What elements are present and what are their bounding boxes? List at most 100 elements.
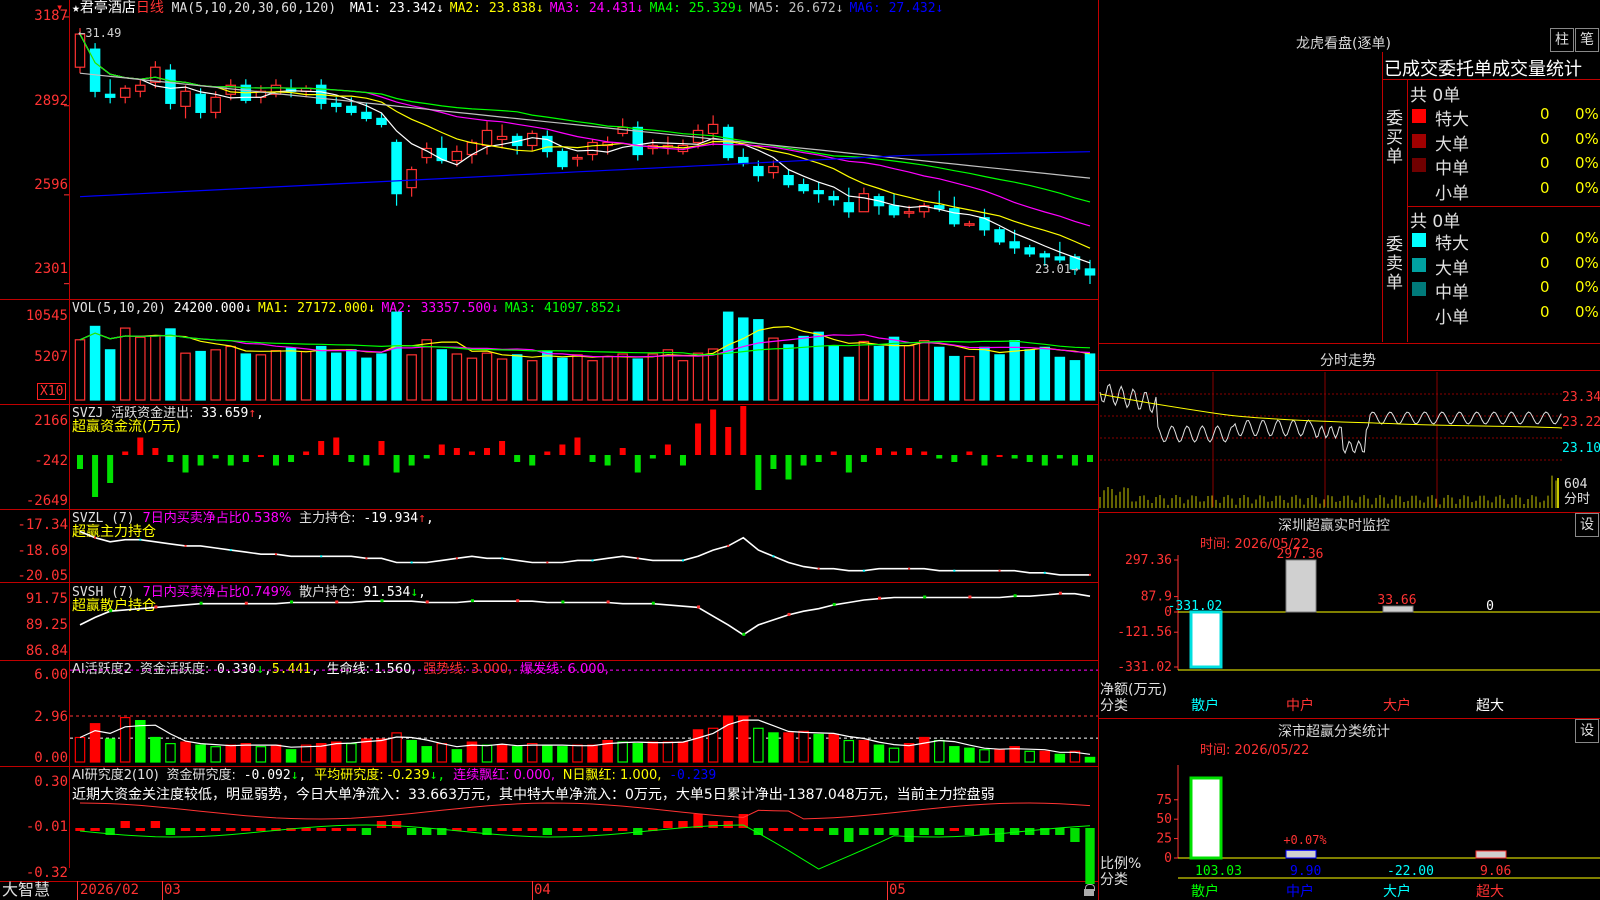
activity-bar-53 <box>873 744 885 763</box>
tick-view-button[interactable]: 笔 <box>1575 28 1599 52</box>
buy-rows-pct-0: 0% <box>1575 105 1599 123</box>
classify-title: 深市超赢分类统计 <box>1278 724 1390 740</box>
volume-bar-29 <box>511 354 523 401</box>
research-bar-17 <box>331 828 341 831</box>
candle-body-6 <box>165 69 176 104</box>
fund-flow-bar-34 <box>589 455 596 462</box>
monitor-value-0: -331.02 <box>1168 599 1223 614</box>
buy-rows-label-2: 中单 <box>1435 159 1469 179</box>
candlestick-chart[interactable] <box>0 0 1098 299</box>
research-bar-42 <box>708 821 718 828</box>
volume-bar-12 <box>255 354 267 401</box>
monitor-settings-button[interactable]: 设 <box>1575 513 1599 537</box>
volume-bar-25 <box>451 353 463 401</box>
research-bar-58 <box>949 828 960 831</box>
main-holding-dot-55 <box>908 567 911 570</box>
intraday-tick-2: 23.10 <box>1562 441 1600 456</box>
classify-bar-1 <box>1285 849 1317 859</box>
retail-holding-dot-62 <box>1013 594 1017 598</box>
candle-body-27 <box>481 129 493 147</box>
candle-body-59 <box>964 223 975 226</box>
classify-bar-chart[interactable]: 75 50 25 0 103.03 散户 9.90 中户 -22.00 大户 9.06 超大 +0.07… <box>1100 750 1600 900</box>
volume-bar-59 <box>964 355 975 401</box>
fund-flow-bar-66 <box>1071 455 1078 466</box>
x-tick-2 <box>532 881 533 900</box>
candle-body-20 <box>376 117 387 126</box>
research-bar-3 <box>120 821 130 828</box>
fund-flow-bar-59 <box>966 451 973 455</box>
main-holding-chart[interactable] <box>0 509 1098 582</box>
monitor-bar-chart[interactable]: 297.3687.90-121.56-331.02-331.02散户297.36… <box>1100 545 1600 715</box>
fund-flow-bar-29 <box>514 455 521 462</box>
classify-category-0: 散户 <box>1191 883 1219 900</box>
sell-rows-pct-0: 0% <box>1575 229 1599 247</box>
activity-bar-55 <box>903 743 915 763</box>
candle-body-4 <box>135 84 146 92</box>
volume-bar-52 <box>858 340 870 401</box>
research-bar-61 <box>994 828 1005 842</box>
brand-logo: 大智慧 <box>2 880 51 899</box>
candle-body-49 <box>813 190 824 195</box>
retail-holding-chart[interactable] <box>0 582 1098 660</box>
intraday-price-line <box>1099 383 1562 455</box>
volume-chart[interactable] <box>0 300 1098 404</box>
high-price-marker: ←31.49 <box>78 26 122 40</box>
volume-bar-47 <box>783 344 794 401</box>
retail-holding-dot-11 <box>244 601 248 605</box>
fund-flow-bar-40 <box>679 455 686 466</box>
retail-holding-dot-5 <box>154 605 158 609</box>
retail-holding-dot-17 <box>335 600 339 604</box>
volume-bar-23 <box>421 339 432 401</box>
buy-rows-count-2: 0 <box>1540 154 1550 172</box>
volume-bar-26 <box>466 357 478 401</box>
candle-body-5 <box>150 66 161 83</box>
main-holding-dot-43 <box>727 544 730 547</box>
activity-bar-61 <box>994 749 1005 763</box>
ma6-line <box>79 151 1091 198</box>
candle-body-32 <box>557 150 568 168</box>
research-bar-67 <box>1085 828 1095 884</box>
chart-right-border <box>1098 0 1099 900</box>
research-bar-54 <box>889 828 899 835</box>
volume-bar-49 <box>813 331 824 401</box>
fund-flow-bar-26 <box>468 451 475 455</box>
bar-view-button[interactable]: 柱 <box>1550 28 1574 52</box>
activity-bar-37 <box>632 743 644 763</box>
classify-value-0: 103.03 <box>1195 864 1242 879</box>
fund-flow-bar-11 <box>242 455 249 462</box>
volume-bar-66 <box>1069 360 1081 401</box>
classify-bar-3 <box>1475 850 1507 859</box>
volume-bar-41 <box>692 352 704 401</box>
monitor-y-label: 净额(万元) <box>1100 682 1167 698</box>
candle-body-62 <box>1009 241 1020 249</box>
ma4-line <box>79 33 1091 203</box>
activity-bar-59 <box>964 747 975 763</box>
activity-bar-9 <box>210 746 221 763</box>
buy-rows-count-0: 0 <box>1540 105 1550 123</box>
sell-rows-count-0: 0 <box>1540 229 1550 247</box>
fund-flow-bar-14 <box>288 455 295 462</box>
activity-bar-20 <box>376 738 387 763</box>
intraday-chart[interactable] <box>1099 372 1570 512</box>
activity-bar-2 <box>104 738 116 763</box>
candle-body-47 <box>783 174 794 186</box>
intraday-tick-1: 23.22 <box>1562 415 1600 430</box>
main-holding-dot-4 <box>139 538 142 541</box>
retail-holding-line <box>79 592 1091 636</box>
stats-sep-bottom <box>1098 343 1600 344</box>
activity-bar-3 <box>119 716 131 763</box>
activity-bar-12 <box>255 746 267 763</box>
activity-bar-58 <box>949 746 960 763</box>
fund-flow-chart[interactable] <box>0 404 1098 509</box>
activity-bar-41 <box>692 729 704 763</box>
classify-settings-button[interactable]: 设 <box>1575 719 1599 743</box>
fund-flow-bar-47 <box>785 455 792 480</box>
activity-chart[interactable] <box>0 660 1098 766</box>
volume-bar-62 <box>1009 340 1020 401</box>
fund-flow-bar-10 <box>227 455 234 466</box>
activity-bar-1 <box>89 723 101 763</box>
activity-bar-67 <box>1084 756 1096 763</box>
research-bar-1 <box>90 828 100 831</box>
research-chart[interactable] <box>0 766 1098 884</box>
volume-bar-9 <box>210 349 221 401</box>
